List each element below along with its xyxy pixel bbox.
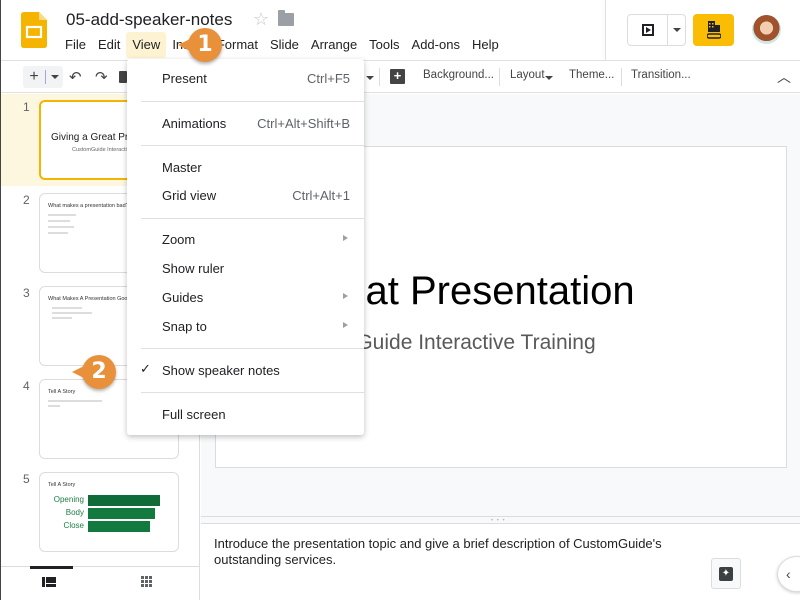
- checkmark-icon: ✓: [140, 361, 151, 376]
- redo-icon[interactable]: ↷: [95, 68, 108, 86]
- chevron-down-icon[interactable]: [366, 76, 374, 80]
- menu-item-show-ruler[interactable]: Show ruler: [127, 256, 364, 280]
- share-icon: [706, 21, 721, 39]
- slides-app: 05-add-speaker-notes ☆ File Edit View In…: [0, 0, 800, 600]
- star-icon[interactable]: ☆: [253, 9, 269, 30]
- chevron-left-icon: ‹: [786, 566, 791, 582]
- menu-item-zoom[interactable]: Zoom: [127, 227, 364, 251]
- slide-thumbnail-5[interactable]: 5 Tell A Story Opening Body Close: [1, 466, 200, 558]
- menu-arrange[interactable]: Arrange: [305, 32, 363, 58]
- share-button[interactable]: [693, 14, 734, 46]
- present-button[interactable]: [628, 15, 668, 45]
- side-panel-toggle[interactable]: ‹: [777, 556, 800, 592]
- transition-button[interactable]: Transition...: [631, 69, 691, 81]
- menu-help[interactable]: Help: [466, 32, 505, 58]
- submenu-arrow-icon: [343, 293, 348, 299]
- menu-item-grid-view[interactable]: Grid view Ctrl+Alt+1: [127, 183, 364, 207]
- present-button-group: [627, 14, 686, 46]
- submenu-arrow-icon: [343, 322, 348, 328]
- explore-icon: ✦: [719, 566, 733, 581]
- avatar[interactable]: [752, 15, 781, 44]
- toolbar: + ↶ ↷ + Background... Layout Theme... Tr…: [1, 60, 800, 93]
- theme-button[interactable]: Theme...: [569, 69, 614, 81]
- menu-edit[interactable]: Edit: [92, 32, 126, 58]
- menu-item-guides[interactable]: Guides: [127, 285, 364, 309]
- present-options-dropdown[interactable]: [668, 15, 685, 45]
- menu-item-animations[interactable]: Animations Ctrl+Alt+Shift+B: [127, 111, 364, 135]
- new-slide-button[interactable]: +: [23, 66, 63, 88]
- speaker-notes-panel: Introduce the presentation topic and giv…: [201, 524, 800, 600]
- chevron-down-icon: [672, 28, 681, 32]
- folder-icon[interactable]: [278, 10, 294, 26]
- menu-item-full-screen[interactable]: Full screen: [127, 402, 364, 426]
- undo-icon[interactable]: ↶: [69, 68, 82, 86]
- header: 05-add-speaker-notes ☆ File Edit View In…: [1, 0, 800, 60]
- layout-button[interactable]: Layout: [510, 69, 545, 81]
- explore-button[interactable]: ✦: [711, 558, 741, 589]
- print-icon[interactable]: [119, 71, 127, 83]
- menu-file[interactable]: File: [59, 32, 92, 58]
- header-divider: [605, 0, 606, 60]
- notes-resize-handle[interactable]: • • •: [201, 516, 800, 524]
- callout-step-2: 2: [72, 355, 116, 389]
- menu-item-show-speaker-notes[interactable]: ✓ Show speaker notes: [127, 358, 364, 382]
- menu-item-present[interactable]: Present Ctrl+F5: [127, 66, 364, 90]
- menu-view[interactable]: View: [126, 32, 167, 58]
- menu-item-master[interactable]: Master: [127, 155, 364, 179]
- chevron-down-icon: [545, 76, 553, 80]
- plus-icon: +: [29, 68, 39, 85]
- callout-step-1: 1: [178, 28, 222, 62]
- menu-slide[interactable]: Slide: [264, 32, 305, 58]
- chevron-down-icon: [50, 75, 59, 79]
- menu-tools[interactable]: Tools: [363, 32, 405, 58]
- menubar: File Edit View Insert Format Slide Arran…: [59, 32, 505, 58]
- grid-view-icon[interactable]: [141, 576, 154, 587]
- menu-addons[interactable]: Add-ons: [406, 32, 466, 58]
- present-icon: [641, 24, 654, 36]
- document-title[interactable]: 05-add-speaker-notes: [66, 10, 232, 30]
- filmstrip-view-icon[interactable]: [42, 577, 56, 587]
- new-slide-dropdown[interactable]: [46, 75, 63, 79]
- speaker-notes-text[interactable]: Introduce the presentation topic and giv…: [214, 536, 694, 568]
- submenu-arrow-icon: [343, 235, 348, 241]
- view-menu-dropdown: Present Ctrl+F5 Animations Ctrl+Alt+Shif…: [127, 59, 364, 435]
- chevron-up-icon[interactable]: ︿: [777, 67, 791, 87]
- menu-item-snap-to[interactable]: Snap to: [127, 314, 364, 338]
- slides-logo-icon[interactable]: [21, 12, 47, 48]
- filmstrip-footer: [1, 566, 200, 600]
- add-comment-icon[interactable]: +: [390, 69, 405, 84]
- background-button[interactable]: Background...: [423, 69, 494, 81]
